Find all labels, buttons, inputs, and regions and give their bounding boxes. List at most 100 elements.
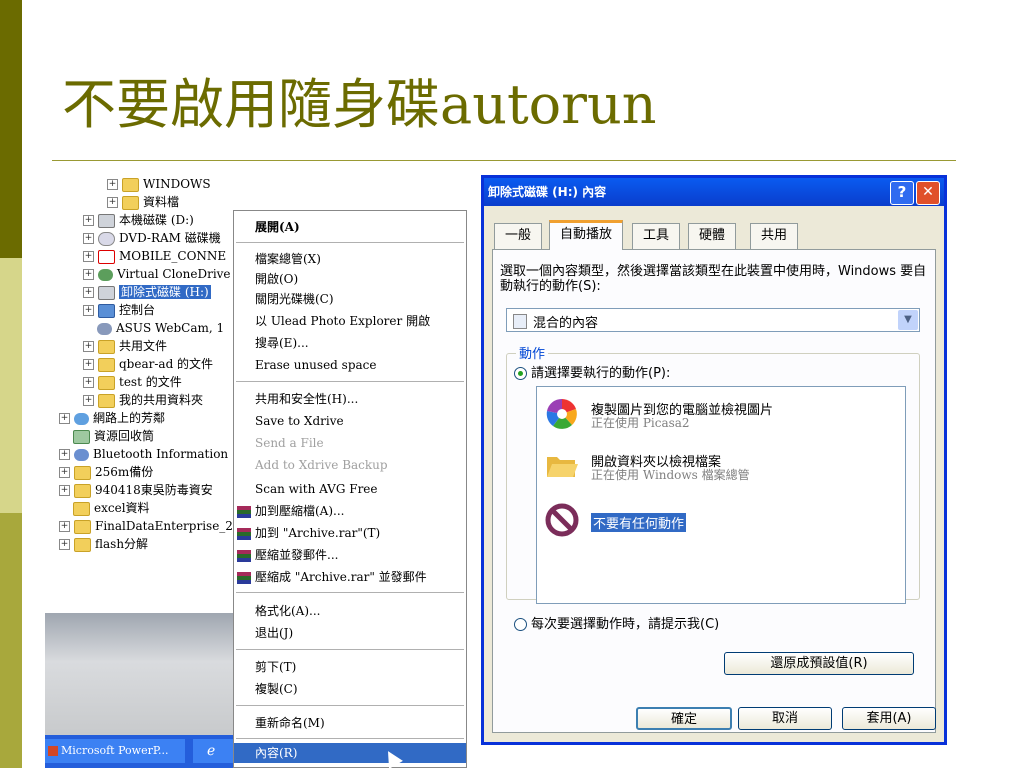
tree-item[interactable]: + FinalDataEnterprise_2 <box>59 517 233 535</box>
autoplay-description: 選取一個內容類型，然後選擇當該類型在此裝置中使用時，Windows 要自動執行的… <box>500 264 927 294</box>
slide-title: 不要啟用隨身碟autorun <box>62 73 657 136</box>
tab-tools[interactable]: 工具 <box>632 223 681 249</box>
tab-hardware[interactable]: 硬體 <box>688 223 737 249</box>
tab-sharing[interactable]: 共用 <box>750 223 799 249</box>
cancel-button[interactable]: 取消 <box>738 707 832 730</box>
restore-defaults-button[interactable]: 還原成預設值(R) <box>724 652 914 675</box>
tree-item[interactable]: + MOBILE_CONNE <box>83 247 226 265</box>
menu-rename[interactable]: 重新命名(M) <box>234 713 466 733</box>
menu-ulead-open[interactable]: 以 Ulead Photo Explorer 開啟 <box>234 311 466 331</box>
radio-unselected-icon <box>514 618 527 631</box>
network-icon <box>74 412 89 425</box>
tab-general[interactable]: 一般 <box>494 223 543 249</box>
virtual-drive-icon <box>98 268 113 281</box>
context-menu: 展開(A) 檔案總管(X) 開啟(O) 關閉光碟機(C) 以 Ulead Pho… <box>233 210 467 768</box>
menu-eject[interactable]: 退出(J) <box>234 623 466 643</box>
tree-item[interactable]: + 我的共用資料夾 <box>83 391 203 409</box>
picasa-icon[interactable] <box>545 397 579 431</box>
menu-add-archive[interactable]: 加到壓縮檔(A)... <box>234 501 466 521</box>
properties-dialog: 卸除式磁碟 (H:) 內容 ? ✕ 一般 自動播放 工具 硬體 共用 選取一個內… <box>481 175 947 745</box>
menu-explorer[interactable]: 檔案總管(X) <box>234 249 466 269</box>
menu-copy[interactable]: 複製(C) <box>234 679 466 699</box>
tree-item[interactable]: + 本機磁碟 (D:) <box>83 211 194 229</box>
help-button[interactable]: ? <box>890 181 914 205</box>
menu-expand[interactable]: 展開(A) <box>234 217 466 237</box>
menu-search[interactable]: 搜尋(E)... <box>234 333 466 353</box>
menu-sharing[interactable]: 共用和安全性(H)... <box>234 389 466 409</box>
menu-separator <box>236 381 464 382</box>
tree-item[interactable]: +256m備份 <box>59 463 153 481</box>
menu-separator <box>236 705 464 706</box>
title-divider <box>52 160 956 161</box>
slide-bar-middle <box>0 258 22 513</box>
taskbar: Microsoft PowerP... ℯ <box>45 735 235 768</box>
mixed-content-icon <box>513 314 527 329</box>
tree-item[interactable]: excel資料 <box>73 499 150 517</box>
menu-properties[interactable]: 內容(R) <box>234 743 466 763</box>
tree-item[interactable]: + 共用文件 <box>83 337 167 355</box>
menu-save-xdrive[interactable]: Save to Xdrive <box>234 411 466 431</box>
slide-bar-bottom <box>0 513 22 768</box>
close-button[interactable]: ✕ <box>916 181 940 205</box>
apply-button[interactable]: 套用(A) <box>842 707 936 730</box>
powerpoint-icon <box>48 746 58 756</box>
menu-cut[interactable]: 剪下(T) <box>234 657 466 677</box>
radio-prompt-each-time[interactable]: 每次要選擇動作時，請提示我(C) <box>514 613 719 632</box>
tree-item[interactable]: + Virtual CloneDrive <box>83 265 231 283</box>
tree-item[interactable]: 資源回收筒 <box>73 427 154 445</box>
actions-group-label: 動作 <box>516 343 549 362</box>
action-copy-pictures-sub: 正在使用 Picasa2 <box>591 416 690 430</box>
tree-item[interactable]: ASUS WebCam, 1 <box>97 319 224 337</box>
menu-erase-unused[interactable]: Erase unused space <box>234 355 466 375</box>
tree-item[interactable]: + WINDOWS <box>107 175 211 193</box>
tree-item-selected[interactable]: + 卸除式磁碟 (H:) <box>83 283 211 301</box>
menu-compress-email[interactable]: 壓縮並發郵件... <box>234 545 466 565</box>
menu-send-file: Send a File <box>255 436 324 450</box>
radio-choose-action[interactable]: 請選擇要執行的動作(P): <box>514 362 670 381</box>
winrar-icon <box>237 571 251 584</box>
menu-close-disc[interactable]: 關閉光碟機(C) <box>234 289 466 309</box>
menu-scan-avg[interactable]: Scan with AVG Free <box>234 479 466 499</box>
no-action-icon[interactable] <box>545 503 579 537</box>
menu-format[interactable]: 格式化(A)... <box>234 601 466 621</box>
help-icon: ? <box>897 183 907 201</box>
tree-item[interactable]: + flash分解 <box>59 535 148 553</box>
tree-item[interactable]: +940418東吳防毒資安 <box>59 481 213 499</box>
tree-item[interactable]: + qbear-ad 的文件 <box>83 355 213 373</box>
bluetooth-icon <box>74 448 89 461</box>
tab-autoplay[interactable]: 自動播放 <box>549 220 624 250</box>
webcam-icon <box>97 322 112 335</box>
folder-icon <box>98 375 115 390</box>
tree-item[interactable]: + 控制台 <box>83 301 155 319</box>
open-folder-icon[interactable] <box>545 449 579 483</box>
shared-folder-icon <box>98 393 115 408</box>
actions-list: 複製圖片到您的電腦並檢視圖片 正在使用 Picasa2 開啟資料夾以檢視檔案 正… <box>536 386 906 604</box>
menu-separator <box>236 592 464 593</box>
menu-compress-rar-email[interactable]: 壓縮成 "Archive.rar" 並發郵件 <box>234 567 466 587</box>
menu-open[interactable]: 開啟(O) <box>234 269 466 289</box>
tree-item[interactable]: + test 的文件 <box>83 373 182 391</box>
tree-item[interactable]: + 網路上的芳鄰 <box>59 409 165 427</box>
menu-add-archive-rar[interactable]: 加到 "Archive.rar"(T) <box>234 523 466 543</box>
folder-icon <box>74 537 91 552</box>
mobile-drive-icon <box>98 249 115 264</box>
chevron-down-icon[interactable]: ▼ <box>898 310 918 330</box>
ok-button[interactable]: 確定 <box>636 707 732 730</box>
tree-item[interactable]: + DVD-RAM 磁碟機 <box>83 229 221 247</box>
radio-selected-icon <box>514 367 527 380</box>
removable-drive-icon <box>98 285 115 300</box>
folder-icon <box>98 357 115 372</box>
menu-separator <box>236 738 464 739</box>
folder-icon <box>74 483 91 498</box>
content-type-select[interactable]: 混合的內容 ▼ <box>506 308 920 332</box>
tree-item[interactable]: + Bluetooth Information <box>59 445 228 463</box>
tree-item[interactable]: + 資料檔 <box>107 193 179 211</box>
taskbar-ie-button[interactable]: ℯ <box>193 739 235 763</box>
action-no-action[interactable]: 不要有任何動作 <box>591 513 687 532</box>
menu-add-xdrive-backup: Add to Xdrive Backup <box>255 458 388 472</box>
folder-icon <box>74 465 91 480</box>
dialog-titlebar[interactable]: 卸除式磁碟 (H:) 內容 <box>484 178 944 206</box>
desktop-wallpaper <box>45 613 235 735</box>
control-panel-icon <box>98 303 115 318</box>
taskbar-powerpoint-button[interactable]: Microsoft PowerP... <box>45 739 185 763</box>
